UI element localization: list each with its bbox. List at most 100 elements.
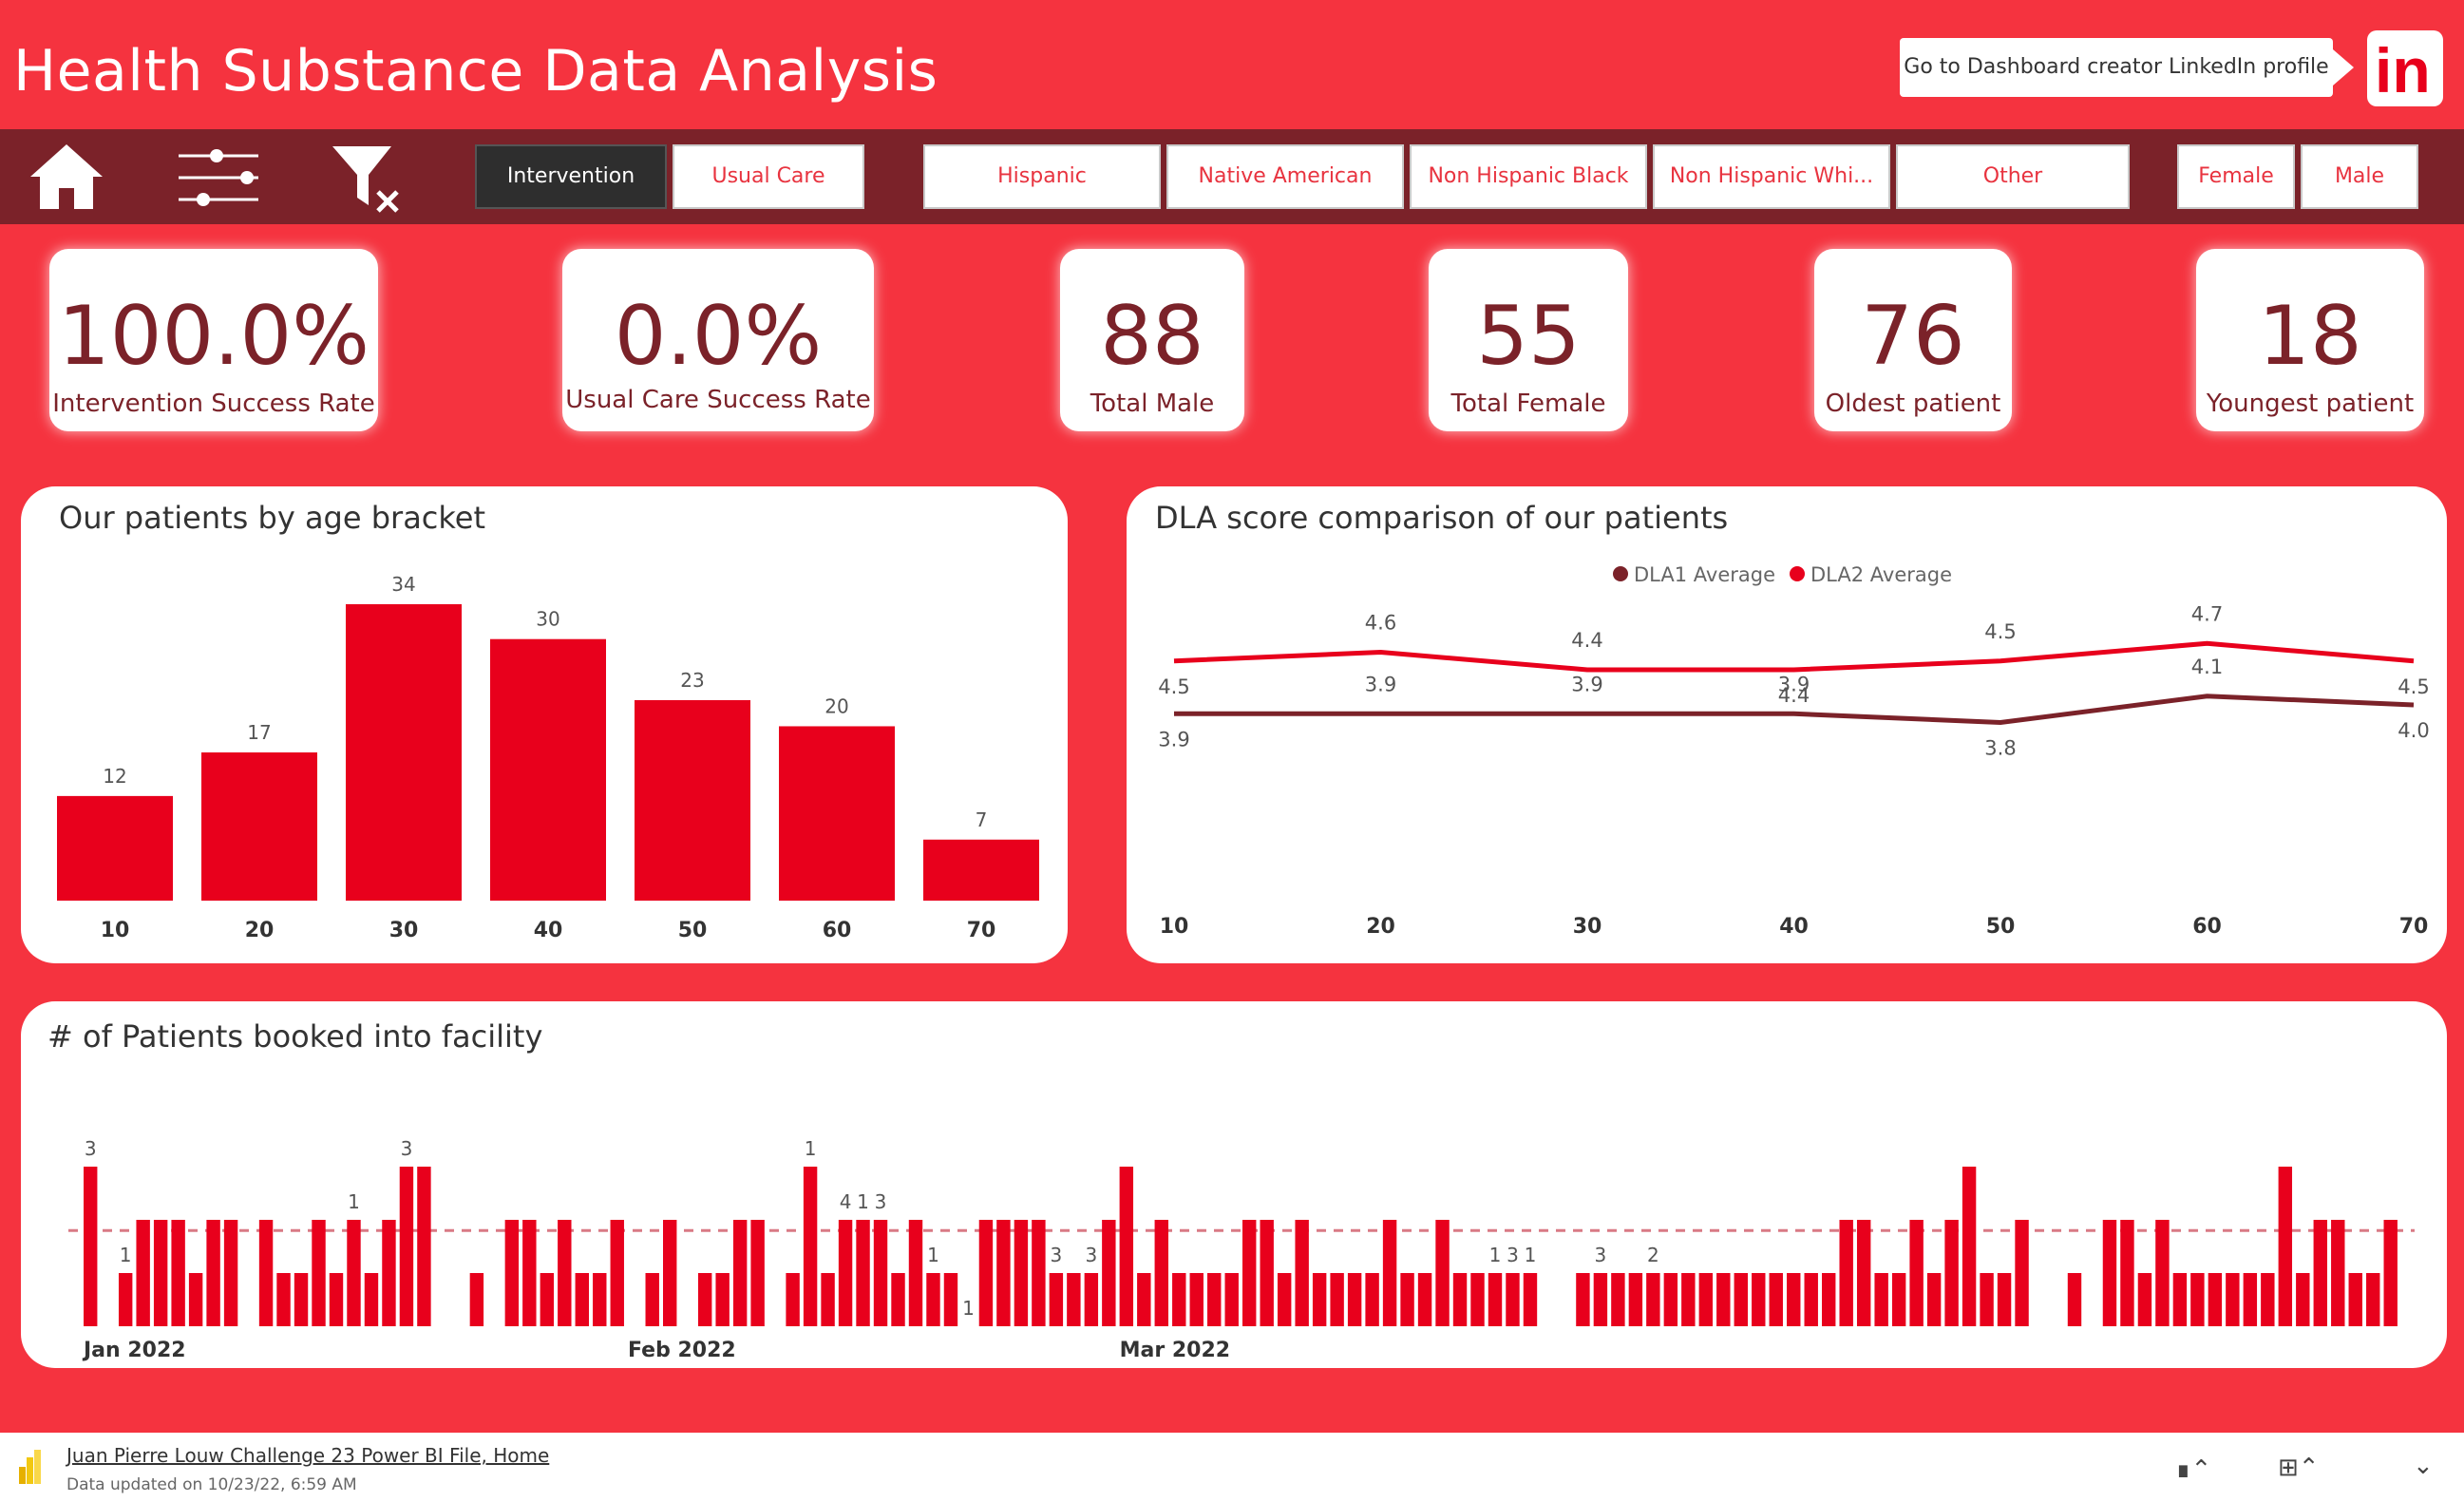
data-label: 1 bbox=[1489, 1244, 1502, 1266]
booking-bar bbox=[1242, 1220, 1257, 1326]
data-label: 3.9 bbox=[1158, 728, 1189, 751]
booking-bar bbox=[2366, 1273, 2380, 1326]
age-bracket-chart: 12 10 17 20 34 30 30 40 23 50 20 60 7 70 bbox=[57, 573, 1039, 942]
booking-bar bbox=[593, 1273, 607, 1326]
data-label: 4.7 bbox=[2191, 602, 2223, 625]
slicer-other[interactable]: Other bbox=[1896, 144, 2130, 209]
slicer-non-hispanic-white[interactable]: Non Hispanic Whi... bbox=[1653, 144, 1890, 209]
booking-bar bbox=[2348, 1273, 2362, 1326]
tick-label: Jan 2022 bbox=[82, 1339, 186, 1362]
booking-bar bbox=[1488, 1273, 1503, 1326]
booking-bar bbox=[1312, 1273, 1327, 1326]
booking-bar bbox=[1277, 1273, 1292, 1326]
booking-bar bbox=[276, 1273, 291, 1326]
kpi-label: Total Female bbox=[1450, 390, 1606, 418]
slicer-hispanic[interactable]: Hispanic bbox=[923, 144, 1161, 209]
booking-bar bbox=[540, 1273, 555, 1326]
home-icon[interactable] bbox=[27, 141, 106, 213]
booking-bar bbox=[2155, 1220, 2170, 1326]
bar-age-70 bbox=[923, 839, 1039, 901]
linkedin-logo-icon[interactable]: in bbox=[2367, 30, 2443, 106]
slicer-native-american[interactable]: Native American bbox=[1166, 144, 1404, 209]
booking-bar bbox=[2383, 1220, 2398, 1326]
booking-bar bbox=[2243, 1273, 2258, 1326]
booking-bar bbox=[786, 1273, 800, 1326]
clear-filter-icon[interactable] bbox=[329, 143, 407, 215]
booking-bar bbox=[2226, 1273, 2240, 1326]
footer-bar bbox=[0, 1433, 2464, 1502]
booking-bar bbox=[258, 1220, 274, 1326]
booking-bar bbox=[1716, 1273, 1731, 1326]
booking-bar bbox=[1224, 1273, 1239, 1326]
data-label: 4.5 bbox=[1984, 620, 2016, 643]
booking-bar bbox=[1787, 1273, 1801, 1326]
data-label: 1 bbox=[857, 1190, 869, 1213]
data-label: 3.8 bbox=[1984, 737, 2016, 760]
booking-bar bbox=[715, 1273, 730, 1326]
booking-bar bbox=[1681, 1273, 1696, 1326]
slicer-female[interactable]: Female bbox=[2177, 144, 2295, 209]
booking-bar bbox=[663, 1220, 677, 1326]
bar-age-40 bbox=[490, 638, 606, 901]
kpi-value: 100.0% bbox=[58, 289, 370, 384]
booking-bar bbox=[312, 1220, 326, 1326]
booking-bar bbox=[856, 1220, 870, 1326]
booking-bar bbox=[347, 1220, 361, 1326]
booking-bar bbox=[750, 1220, 765, 1326]
booking-bar bbox=[1365, 1273, 1379, 1326]
booking-bar bbox=[504, 1220, 520, 1326]
booking-bar bbox=[223, 1220, 238, 1326]
slicer-non-hispanic-black[interactable]: Non Hispanic Black bbox=[1410, 144, 1647, 209]
booking-bar bbox=[206, 1220, 220, 1326]
layout-icon[interactable]: ⊞⌃ bbox=[2278, 1454, 2320, 1482]
booking-bar bbox=[697, 1273, 712, 1326]
booking-bar bbox=[1856, 1220, 1871, 1326]
booking-bar bbox=[2172, 1273, 2188, 1326]
data-label: 23 bbox=[680, 669, 704, 692]
booking-bar bbox=[645, 1273, 659, 1326]
booking-bar bbox=[1330, 1273, 1344, 1326]
booking-bar bbox=[1997, 1273, 2012, 1326]
bar-age-10 bbox=[57, 795, 173, 901]
tick-label: 70 bbox=[2399, 915, 2429, 939]
booking-bar bbox=[1839, 1220, 1853, 1326]
booking-bar bbox=[2137, 1273, 2152, 1326]
booking-bar bbox=[1769, 1273, 1783, 1326]
booking-bar bbox=[1506, 1273, 1520, 1326]
slicer-male[interactable]: Male bbox=[2301, 144, 2418, 209]
booking-bar bbox=[1172, 1273, 1186, 1326]
kpi-total-female: 55 Total Female bbox=[1429, 249, 1628, 431]
slicer-usual-care[interactable]: Usual Care bbox=[673, 144, 864, 209]
booking-bar bbox=[943, 1273, 958, 1326]
sliders-icon[interactable] bbox=[175, 146, 262, 209]
booking-bar bbox=[838, 1220, 853, 1326]
data-label: 30 bbox=[536, 608, 559, 631]
data-label: 4.5 bbox=[2398, 675, 2429, 698]
booking-bar bbox=[118, 1273, 133, 1326]
kpi-label: Total Male bbox=[1090, 390, 1215, 418]
slicer-intervention[interactable]: Intervention bbox=[475, 144, 667, 209]
booking-bar bbox=[2102, 1220, 2117, 1326]
tick-label: 20 bbox=[245, 919, 275, 942]
booking-bar bbox=[1734, 1273, 1748, 1326]
booking-bar bbox=[2261, 1273, 2275, 1326]
kpi-youngest-patient: 18 Youngest patient bbox=[2196, 249, 2424, 431]
linkedin-profile-button[interactable]: Go to Dashboard creator LinkedIn profile bbox=[1900, 38, 2333, 97]
data-label: 12 bbox=[103, 765, 126, 788]
kpi-label: Intervention Success Rate bbox=[52, 390, 375, 418]
data-label: 1 bbox=[120, 1244, 132, 1266]
visual-toggle-icon[interactable]: ∎⌃ bbox=[2175, 1455, 2211, 1484]
file-link[interactable]: Juan Pierre Louw Challenge 23 Power BI F… bbox=[66, 1444, 549, 1467]
booking-bar bbox=[1891, 1273, 1906, 1326]
booking-bar bbox=[171, 1220, 185, 1326]
booking-bar bbox=[803, 1167, 818, 1326]
tick-label: 20 bbox=[1366, 915, 1395, 939]
booking-bar bbox=[891, 1273, 905, 1326]
booking-bar bbox=[1417, 1273, 1432, 1326]
booking-bar bbox=[153, 1220, 168, 1326]
chevron-down-icon[interactable]: ⌄ bbox=[2413, 1452, 2434, 1480]
tick-label: 30 bbox=[389, 919, 419, 942]
booking-bar bbox=[136, 1220, 150, 1326]
booking-bar bbox=[1067, 1273, 1081, 1326]
data-label: 34 bbox=[391, 573, 415, 596]
